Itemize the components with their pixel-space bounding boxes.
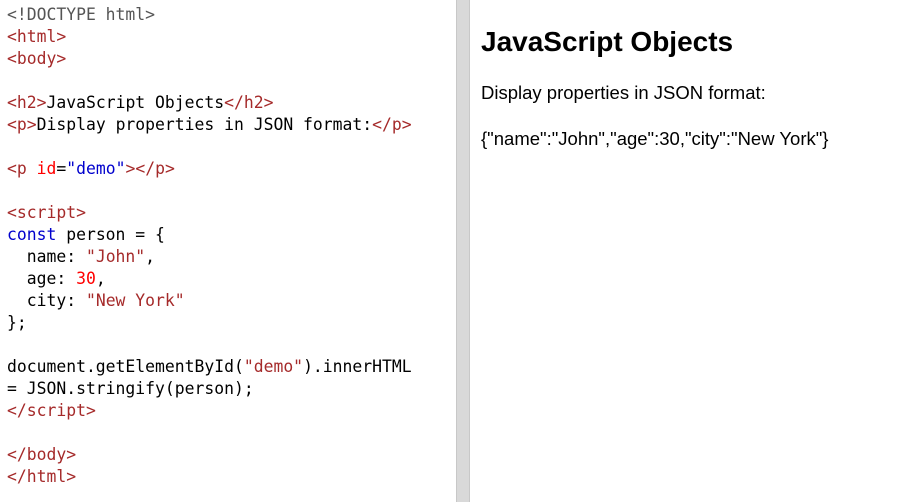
code-token: > bbox=[56, 49, 67, 68]
result-demo-output: {"name":"John","age":30,"city":"New York… bbox=[481, 128, 829, 149]
code-line[interactable]: </script> bbox=[7, 400, 456, 422]
code-token: html bbox=[26, 467, 67, 486]
code-line[interactable]: name: "John", bbox=[7, 246, 456, 268]
code-token: city: bbox=[7, 291, 86, 310]
code-token: </ bbox=[224, 93, 244, 112]
code-token: Display properties in JSON format: bbox=[36, 115, 373, 134]
code-line[interactable]: </html> bbox=[7, 466, 456, 488]
code-line[interactable]: <html> bbox=[7, 26, 456, 48]
code-token: < bbox=[7, 93, 17, 112]
code-line[interactable]: <h2>JavaScript Objects</h2> bbox=[7, 92, 456, 114]
code-token: ></ bbox=[125, 159, 156, 178]
code-token: < bbox=[7, 115, 17, 134]
code-token: "demo" bbox=[66, 159, 126, 178]
tryit-window: <!DOCTYPE html> <html> <body> <h2>JavaScri… bbox=[0, 0, 912, 502]
code-token: body bbox=[26, 445, 67, 464]
code-token: > bbox=[66, 445, 77, 464]
code-token: p bbox=[16, 115, 27, 134]
code-token: </ bbox=[7, 401, 27, 420]
code-token: "New York" bbox=[85, 291, 185, 310]
code-token: person = { bbox=[56, 225, 165, 244]
code-token: }; bbox=[7, 313, 27, 332]
code-token: h2 bbox=[16, 93, 37, 112]
code-token: = bbox=[56, 159, 67, 178]
result-pane: JavaScript Objects Display properties in… bbox=[470, 0, 912, 502]
code-token: p bbox=[391, 115, 402, 134]
code-token: < bbox=[7, 203, 17, 222]
code-token: > bbox=[85, 401, 96, 420]
code-token: , bbox=[145, 247, 156, 266]
code-token: script bbox=[26, 401, 86, 420]
code-editor[interactable]: <!DOCTYPE html> <html> <body> <h2>JavaScri… bbox=[0, 0, 456, 488]
code-token: body bbox=[16, 49, 57, 68]
code-line[interactable]: <script> bbox=[7, 202, 456, 224]
code-token: < bbox=[7, 159, 17, 178]
code-token: </ bbox=[7, 445, 27, 464]
code-token: JavaScript Objects bbox=[46, 93, 225, 112]
code-line[interactable] bbox=[7, 422, 456, 444]
code-line[interactable]: = JSON.stringify(person); bbox=[7, 378, 456, 400]
code-token: document.getElementById( bbox=[7, 357, 244, 376]
code-token: p bbox=[16, 159, 27, 178]
code-line[interactable] bbox=[7, 70, 456, 92]
code-token: > bbox=[164, 159, 175, 178]
code-token: p bbox=[155, 159, 165, 178]
code-line[interactable]: }; bbox=[7, 312, 456, 334]
code-line[interactable]: age: 30, bbox=[7, 268, 456, 290]
result-heading: JavaScript Objects bbox=[481, 26, 734, 57]
code-token: </ bbox=[7, 467, 27, 486]
code-line[interactable]: <p>Display properties in JSON format:</p… bbox=[7, 114, 456, 136]
code-line[interactable] bbox=[7, 334, 456, 356]
code-token: h2 bbox=[243, 93, 264, 112]
code-token: , bbox=[95, 269, 106, 288]
code-token: > bbox=[56, 27, 67, 46]
code-token: html bbox=[16, 27, 57, 46]
code-token: </ bbox=[372, 115, 392, 134]
code-line[interactable]: document.getElementById("demo").innerHTM… bbox=[7, 356, 456, 378]
code-token: "John" bbox=[85, 247, 146, 266]
code-token: > bbox=[401, 115, 412, 134]
code-line[interactable] bbox=[7, 136, 456, 158]
code-token: > bbox=[263, 93, 274, 112]
code-token: > bbox=[26, 115, 37, 134]
code-line[interactable]: <body> bbox=[7, 48, 456, 70]
code-line[interactable]: <!DOCTYPE html> bbox=[7, 4, 456, 26]
code-token: > bbox=[76, 203, 86, 222]
pane-divider-handle[interactable] bbox=[456, 0, 470, 502]
code-editor-pane[interactable]: <!DOCTYPE html> <html> <body> <h2>JavaScri… bbox=[0, 0, 456, 502]
code-token: <!DOCTYPE html> bbox=[7, 5, 156, 24]
code-line[interactable] bbox=[7, 180, 456, 202]
code-line[interactable]: </body> bbox=[7, 444, 456, 466]
code-token: id bbox=[26, 159, 57, 178]
code-token: age: bbox=[7, 269, 77, 288]
code-line[interactable]: city: "New York" bbox=[7, 290, 456, 312]
code-token: > bbox=[66, 467, 77, 486]
result-description: Display properties in JSON format: bbox=[481, 82, 766, 103]
code-token: name: bbox=[7, 247, 86, 266]
code-token: = JSON.stringify(person); bbox=[7, 379, 254, 398]
code-token: < bbox=[7, 27, 17, 46]
code-line[interactable]: <p id="demo"></p> bbox=[7, 158, 456, 180]
code-token: const bbox=[7, 225, 57, 244]
code-line[interactable]: const person = { bbox=[7, 224, 456, 246]
code-token: < bbox=[7, 49, 17, 68]
code-token: script bbox=[16, 203, 77, 222]
code-token: "demo" bbox=[243, 357, 304, 376]
code-token: 30 bbox=[76, 269, 96, 288]
code-token: ).innerHTML bbox=[303, 357, 412, 376]
code-token: > bbox=[36, 93, 47, 112]
